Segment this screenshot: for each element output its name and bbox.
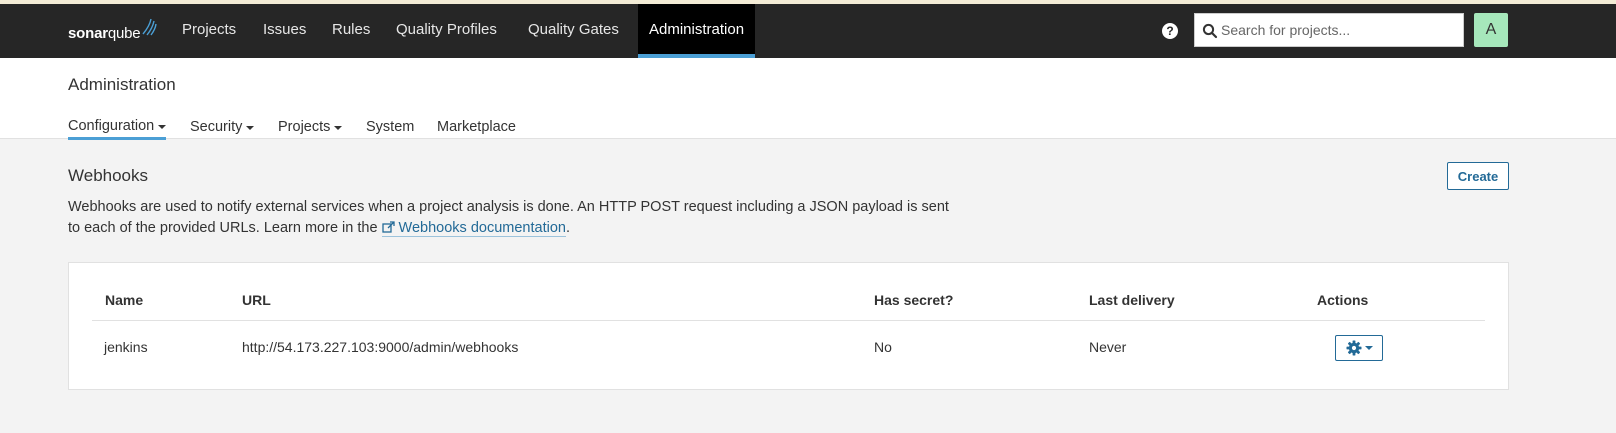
search-input[interactable] xyxy=(1221,14,1461,46)
search-icon xyxy=(1202,23,1218,39)
webhooks-documentation-link[interactable]: Webhooks documentation xyxy=(381,220,566,237)
chevron-down-icon xyxy=(334,126,343,130)
global-navbar: sonarqube Projects Issues Rules Quality … xyxy=(0,4,1616,58)
column-header-has-secret: Has secret? xyxy=(874,292,954,308)
tab-system[interactable]: System xyxy=(366,116,414,138)
nav-quality-profiles[interactable]: Quality Profiles xyxy=(396,4,497,58)
webhook-last-delivery: Never xyxy=(1089,339,1127,355)
documentation-link-label: Webhooks documentation xyxy=(398,220,566,236)
tab-configuration[interactable]: Configuration xyxy=(68,116,167,140)
tab-marketplace[interactable]: Marketplace xyxy=(437,116,516,138)
column-header-last-delivery: Last delivery xyxy=(1089,292,1175,308)
chevron-down-icon xyxy=(158,124,167,129)
sonarqube-logo[interactable]: sonarqube xyxy=(68,18,158,42)
column-header-actions: Actions xyxy=(1317,292,1369,308)
webhooks-title: Webhooks xyxy=(68,166,149,185)
column-header-url: URL xyxy=(242,292,271,308)
webhook-actions-button[interactable] xyxy=(1335,335,1383,361)
description-line-2: to each of the provided URLs. Learn more… xyxy=(68,220,382,236)
webhooks-table-card: Name URL Has secret? Last delivery Actio… xyxy=(68,262,1509,390)
create-webhook-button[interactable]: Create xyxy=(1447,162,1509,190)
nav-projects[interactable]: Projects xyxy=(182,4,236,58)
tab-projects[interactable]: Projects xyxy=(278,116,343,138)
search-box xyxy=(1194,13,1464,47)
tab-security-label: Security xyxy=(190,119,243,135)
gear-icon xyxy=(1346,340,1361,356)
webhook-name: jenkins xyxy=(104,339,148,355)
page-title: Administration xyxy=(68,75,176,94)
webhook-url: http://54.173.227.103:9000/admin/webhook… xyxy=(242,339,519,355)
admin-header: Administration Configuration Security Pr… xyxy=(0,58,1616,140)
nav-issues[interactable]: Issues xyxy=(263,4,306,58)
nav-administration[interactable]: Administration xyxy=(638,4,756,58)
nav-rules[interactable]: Rules xyxy=(332,4,370,58)
nav-quality-gates[interactable]: Quality Gates xyxy=(528,4,619,58)
webhook-has-secret: No xyxy=(874,339,892,355)
tab-security[interactable]: Security xyxy=(190,116,255,138)
tab-projects-label: Projects xyxy=(278,119,331,135)
external-link-icon xyxy=(381,221,395,233)
table-header-divider xyxy=(92,320,1485,321)
tab-configuration-label: Configuration xyxy=(68,117,155,134)
help-icon[interactable]: ? xyxy=(1162,23,1178,39)
avatar[interactable]: A xyxy=(1474,13,1508,47)
description-line-1: Webhooks are used to notify external ser… xyxy=(68,199,949,215)
logo-waves-icon xyxy=(142,18,158,36)
column-header-name: Name xyxy=(105,292,144,308)
chevron-down-icon xyxy=(246,126,255,130)
description-end: . xyxy=(565,220,570,236)
webhooks-description: Webhooks are used to notify external ser… xyxy=(68,197,968,239)
logo-text: sonarqube xyxy=(68,25,141,42)
chevron-down-icon xyxy=(1364,346,1373,350)
